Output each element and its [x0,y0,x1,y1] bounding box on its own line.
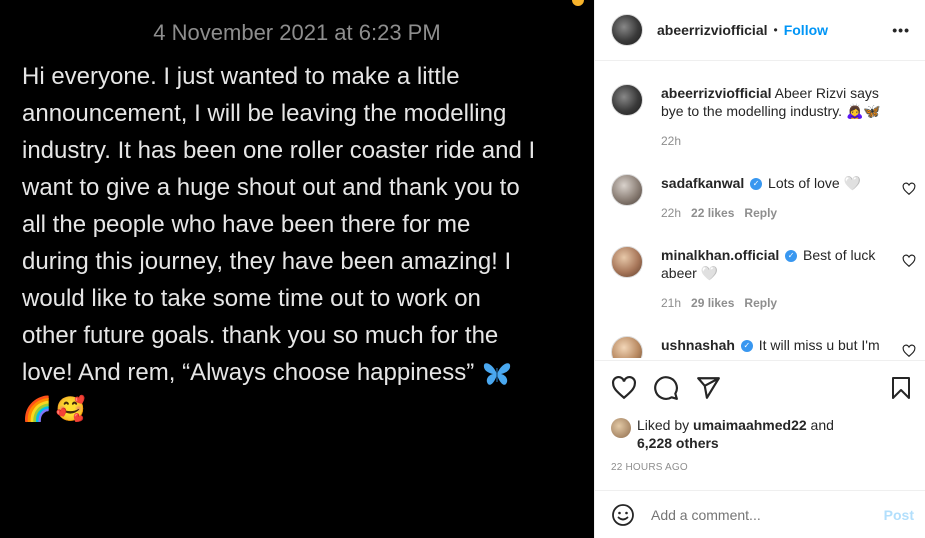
comment-likes[interactable]: 29 likes [691,294,734,312]
post-header: abeerrizviofficial • Follow ••• [595,0,925,61]
story-line: announcement, I will be leaving the mode… [22,100,507,127]
comment-time[interactable]: 21h [661,294,681,312]
smile-icon[interactable] [611,503,635,527]
header-username[interactable]: abeerrizviofficial [657,22,768,38]
story-line: want to give a huge shout out and thank … [22,174,520,201]
comment-like-icon[interactable] [902,344,916,358]
story-line: other future goals. thank you so much fo… [22,322,499,349]
post-button[interactable]: Post [884,507,914,523]
story-date: 4 November 2021 at 6:23 PM [153,20,441,45]
comment-text: It will miss u but I'm [758,337,880,353]
story-line: industry. It has been one roller coaster… [22,137,536,164]
image-corner-dot [572,0,584,6]
liker-avatar[interactable] [611,418,631,438]
post-sidebar: abeerrizviofficial • Follow ••• abeerriz… [594,0,925,538]
follow-button[interactable]: Follow [784,22,828,38]
comment-text: Lots of love 🤍 [768,175,861,191]
comment-icon[interactable] [653,375,679,401]
post-image[interactable]: 4 November 2021 at 6:23 PM Hi everyone. … [0,0,594,538]
verified-icon: ✓ [740,340,753,353]
story-line: during this journey, they have been amaz… [22,248,512,275]
caption: abeerrizviofficial Abeer Rizvi says bye … [611,84,911,150]
comment-likes[interactable]: 22 likes [691,204,734,222]
comment-username[interactable]: minalkhan.official [661,247,779,263]
avatar[interactable] [611,336,643,358]
avatar[interactable] [611,246,643,278]
comment-input[interactable] [651,506,871,523]
comment-like-icon[interactable] [902,182,916,196]
post-actions: Liked by umaimaahmed22 and 6,228 others … [595,360,925,490]
action-icons [611,375,911,401]
post-timestamp[interactable]: 22 HOURS AGO [611,462,688,473]
header-separator: • [773,23,778,37]
story-line: would like to take some time out to work… [22,285,481,312]
story-line: all the people who have been there for m… [22,211,471,238]
comment-username[interactable]: ushnashah [661,337,735,353]
comment-item: sadafkanwal ✓ Lots of love 🤍 22h 22 like… [611,174,911,222]
liked-by-and: and [810,417,834,433]
rainbow-emoji: 🌈 [22,396,52,423]
caption-username[interactable]: abeerrizviofficial [661,85,772,101]
story-line: Hi everyone. I just wanted to make a lit… [22,63,460,90]
heart-icon[interactable] [611,375,637,401]
liked-by-others[interactable]: 6,228 others [637,435,719,451]
likes-summary: Liked by umaimaahmed22 and 6,228 others [611,416,834,452]
reply-button[interactable]: Reply [744,204,777,222]
reply-button[interactable]: Reply [744,294,777,312]
story-line-last: love! And rem, “Always choose happiness” [22,354,592,391]
comment-username[interactable]: sadafkanwal [661,175,744,191]
avatar[interactable] [611,84,643,116]
verified-icon: ✓ [750,178,763,191]
story-text: Hi everyone. I just wanted to make a lit… [22,58,592,428]
avatar[interactable] [611,174,643,206]
caption-time[interactable]: 22h [661,132,681,150]
more-options-button[interactable]: ••• [892,22,910,38]
comment-time[interactable]: 22h [661,204,681,222]
comment-item: ushnashah ✓ It will miss u but I'm [611,336,911,358]
verified-icon: ✓ [785,250,798,263]
bookmark-icon[interactable] [889,375,913,401]
butterfly-icon [484,362,511,385]
avatar[interactable] [611,14,643,46]
comment-like-icon[interactable] [902,254,916,268]
smiling-hearts-emoji: 🥰 [55,396,86,423]
story-line: love! And rem, “Always choose happiness” [22,359,475,386]
liked-by-user[interactable]: umaimaahmed22 [693,417,807,433]
comment-item: minalkhan.official ✓ Best of luck abeer … [611,246,911,312]
emoji-row: 🌈 🥰 [22,391,592,428]
comments-list[interactable]: abeerrizviofficial Abeer Rizvi says bye … [595,62,925,358]
add-comment-bar: Post [595,490,925,538]
share-icon[interactable] [695,375,721,401]
liked-by-prefix: Liked by [637,417,690,433]
